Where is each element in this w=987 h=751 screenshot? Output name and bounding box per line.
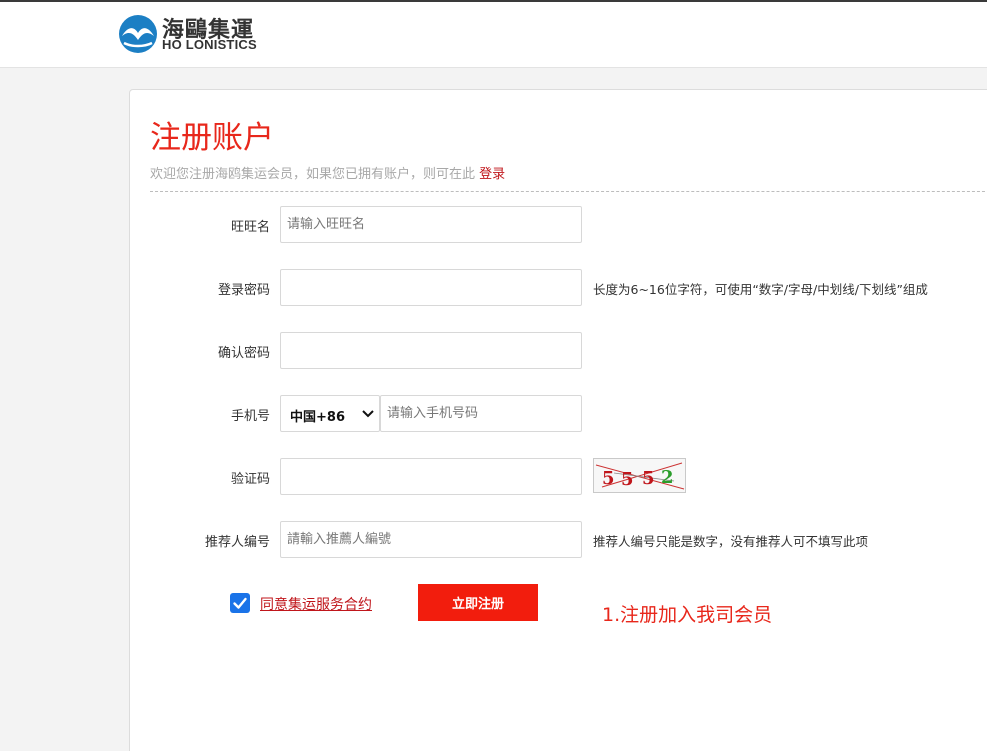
annotation-note: 1.注册加入我司会员 xyxy=(602,604,773,626)
confirm-password-input[interactable] xyxy=(280,332,582,369)
svg-text:2: 2 xyxy=(661,467,674,488)
password-input[interactable] xyxy=(280,269,582,306)
captcha-icon: 5 5 5 2 xyxy=(595,462,685,490)
subtitle-text: 欢迎您注册海鸥集运会员，如果您已拥有账户，则可在此 xyxy=(150,167,476,182)
country-code-value: 中国+86 xyxy=(290,410,345,425)
referrer-label: 推荐人编号 xyxy=(204,535,270,550)
register-button[interactable]: 立即注册 xyxy=(418,584,538,621)
service-agreement-link[interactable]: 同意集运服务合约 xyxy=(260,594,372,614)
logo-name-en: HO LONISTICS xyxy=(162,37,257,52)
page-title: 注册账户 xyxy=(150,120,274,156)
referrer-input[interactable] xyxy=(280,521,582,558)
captcha-input[interactable] xyxy=(280,458,582,495)
register-card: 注册账户 欢迎您注册海鸥集运会员，如果您已拥有账户，则可在此 登录 旺旺名 登录… xyxy=(129,89,987,751)
confirm-password-label: 确认密码 xyxy=(217,346,270,361)
logo[interactable]: 海鷗集運 HO LONISTICS xyxy=(118,12,268,56)
svg-text:5: 5 xyxy=(621,469,634,490)
captcha-image[interactable]: 5 5 5 2 xyxy=(593,458,686,493)
captcha-label: 验证码 xyxy=(230,472,270,487)
country-code-select[interactable]: 中国+86 xyxy=(280,395,380,432)
login-link[interactable]: 登录 xyxy=(479,167,505,182)
seagull-logo-icon xyxy=(119,15,157,53)
header: 海鷗集運 HO LONISTICS xyxy=(0,2,987,68)
wangwang-label: 旺旺名 xyxy=(230,220,270,235)
divider xyxy=(150,191,987,192)
page-subtitle: 欢迎您注册海鸥集运会员，如果您已拥有账户，则可在此 登录 xyxy=(150,163,505,182)
password-label: 登录密码 xyxy=(217,283,270,298)
agree-checkbox[interactable] xyxy=(230,593,250,613)
svg-text:5: 5 xyxy=(642,468,655,489)
checkmark-icon xyxy=(233,597,247,609)
password-hint: 长度为6~16位字符，可使用“数字/字母/中划线/下划线”组成 xyxy=(593,282,928,297)
phone-label: 手机号 xyxy=(230,409,270,424)
phone-input[interactable] xyxy=(380,395,582,432)
chevron-down-icon xyxy=(362,410,374,418)
wangwang-input[interactable] xyxy=(280,206,582,243)
referrer-hint: 推荐人编号只能是数字，没有推荐人可不填写此项 xyxy=(593,534,869,549)
svg-text:5: 5 xyxy=(602,468,615,489)
